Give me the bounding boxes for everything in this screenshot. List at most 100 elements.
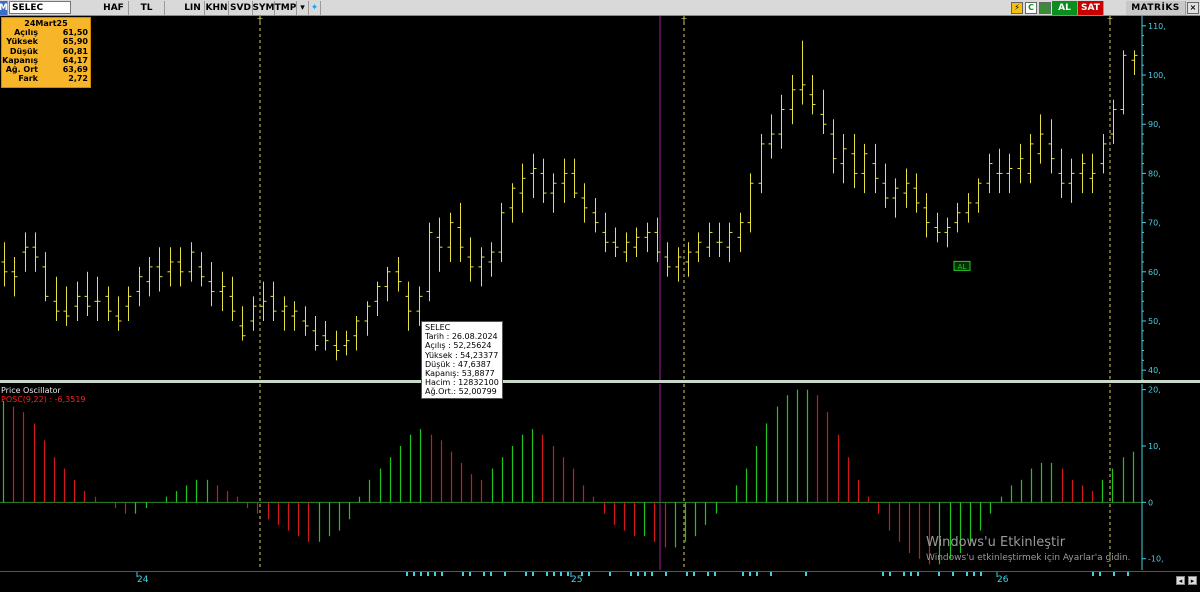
event-marker bbox=[420, 572, 422, 576]
price-chart[interactable]: T T T AL 110, 100, 90, 80, 70, 60, 50, 40, bbox=[0, 16, 1200, 380]
event-marker bbox=[903, 572, 905, 576]
close-button[interactable]: × bbox=[1187, 1, 1199, 14]
event-marker bbox=[441, 572, 443, 576]
windows-activation-watermark: Windows'u Etkinleştir Windows'u etkinleş… bbox=[926, 535, 1131, 563]
info-row: Yüksek 65,90 bbox=[2, 37, 90, 46]
event-marker bbox=[406, 572, 408, 576]
info-value: 2,72 bbox=[68, 74, 88, 84]
tooltip-line: Tarih : 26.08.2024 bbox=[425, 332, 498, 342]
svd-button[interactable]: SVD bbox=[229, 0, 253, 15]
event-marker bbox=[427, 572, 429, 576]
info-label: Fark bbox=[18, 74, 38, 84]
close-icon: × bbox=[1189, 3, 1197, 12]
event-marker bbox=[742, 572, 744, 576]
event-marker bbox=[665, 572, 667, 576]
tooltip-line: Açılış : 52,25624 bbox=[425, 341, 492, 351]
event-marker bbox=[413, 572, 415, 576]
vertical-marker-label: T bbox=[681, 17, 687, 26]
buy-button[interactable]: AL bbox=[1052, 0, 1078, 15]
toolbar: M SELEC HAF TL LIN KHN SVD SYM TMP ▾ ✦ ⚡… bbox=[0, 0, 1200, 16]
event-marker bbox=[714, 572, 716, 576]
event-marker bbox=[1099, 572, 1101, 576]
price-axis-label: 100, bbox=[1148, 71, 1166, 80]
event-marker bbox=[749, 572, 751, 576]
ohlc-info-box: 24Mart25 Açılış 61,50 Yüksek 65,90 Düşük 60,8… bbox=[1, 17, 91, 88]
info-row: Kapanış 64,17 bbox=[2, 56, 90, 65]
event-marker bbox=[434, 572, 436, 576]
menu-m-button[interactable]: M bbox=[0, 0, 8, 15]
svd-label: SVD bbox=[230, 2, 251, 13]
watermark-title: Windows'u Etkinleştir bbox=[926, 535, 1066, 550]
price-axis-label: 40, bbox=[1148, 366, 1161, 375]
symbol-input[interactable]: SELEC bbox=[9, 1, 71, 14]
tooltip-line: Düşük : 47,6387 bbox=[425, 359, 491, 369]
chart-window: M SELEC HAF TL LIN KHN SVD SYM TMP ▾ ✦ ⚡… bbox=[0, 0, 1200, 592]
lightning-icon: ⚡ bbox=[1014, 3, 1020, 12]
panel-divider[interactable] bbox=[0, 380, 1200, 383]
info-value: 64,17 bbox=[62, 55, 88, 65]
info-label: Ağ. Ort bbox=[5, 65, 38, 75]
info-row: Açılış 61,50 bbox=[2, 28, 90, 37]
info-label: Düşük bbox=[9, 46, 38, 56]
scroll-left-button[interactable]: ◂ bbox=[1176, 576, 1185, 585]
info-date: 24Mart25 bbox=[24, 19, 68, 28]
brand-label: MATRİKS bbox=[1131, 2, 1180, 13]
haf-button[interactable]: HAF bbox=[99, 0, 129, 15]
event-marker bbox=[504, 572, 506, 576]
bar-tooltip: SELEC Tarih : 26.08.2024 Açılış : 52,25624… bbox=[421, 321, 503, 399]
price-axis-label: 110, bbox=[1148, 22, 1166, 31]
event-marker bbox=[756, 572, 758, 576]
buy-signal-label: AL bbox=[958, 263, 967, 271]
sell-button[interactable]: SAT bbox=[1078, 0, 1104, 15]
vertical-marker-label: T bbox=[1107, 17, 1113, 26]
event-marker bbox=[630, 572, 632, 576]
event-marker bbox=[483, 572, 485, 576]
oscillator-value-label: POSC(9,22) : -6,3519 bbox=[1, 395, 86, 404]
khn-button[interactable]: KHN bbox=[205, 0, 229, 15]
event-marker bbox=[1113, 572, 1115, 576]
tl-button[interactable]: TL bbox=[129, 0, 165, 15]
info-label: Kapanış bbox=[2, 55, 38, 65]
price-chart-panel[interactable]: T T T AL 110, 100, 90, 80, 70, 60, 50, 40, bbox=[0, 16, 1200, 380]
refresh-button[interactable]: C bbox=[1025, 1, 1037, 14]
tmp-button[interactable]: TMP bbox=[275, 0, 297, 15]
dropdown-button[interactable]: ▾ bbox=[297, 0, 309, 15]
time-axis[interactable] bbox=[0, 571, 1200, 592]
time-tick-label: 25 bbox=[571, 575, 583, 585]
info-label: Yüksek bbox=[6, 37, 38, 47]
event-marker bbox=[644, 572, 646, 576]
tooltip-line: SELEC bbox=[425, 323, 451, 332]
tooltip-line: Hacim : 12832100 bbox=[425, 378, 499, 388]
time-tick-label: 24 bbox=[137, 575, 149, 585]
chevron-left-icon: ◂ bbox=[1178, 577, 1183, 585]
lightning-button[interactable]: ⚡ bbox=[1011, 1, 1023, 14]
event-marker bbox=[532, 572, 534, 576]
scroll-right-button[interactable]: ▸ bbox=[1188, 576, 1197, 585]
sell-label: SAT bbox=[1081, 2, 1100, 13]
price-axis-label: 50, bbox=[1148, 317, 1161, 326]
event-marker bbox=[805, 572, 807, 576]
lin-button[interactable]: LIN bbox=[181, 0, 205, 15]
info-rows: Açılış 61,50 Yüksek 65,90 Düşük 60,81 Kapanış 6… bbox=[2, 28, 90, 84]
event-marker bbox=[686, 572, 688, 576]
event-marker bbox=[910, 572, 912, 576]
event-marker bbox=[588, 572, 590, 576]
color-button[interactable] bbox=[1039, 1, 1051, 14]
twitter-button[interactable]: ✦ bbox=[309, 0, 321, 15]
event-marker bbox=[1127, 572, 1129, 576]
event-marker bbox=[952, 572, 954, 576]
event-marker bbox=[525, 572, 527, 576]
info-value: 63,69 bbox=[62, 65, 88, 75]
event-marker bbox=[938, 572, 940, 576]
twitter-icon: ✦ bbox=[310, 2, 319, 13]
event-marker bbox=[553, 572, 555, 576]
event-marker bbox=[707, 572, 709, 576]
time-tick-label: 26 bbox=[997, 575, 1009, 585]
sym-button[interactable]: SYM bbox=[253, 0, 275, 15]
event-marker bbox=[490, 572, 492, 576]
event-marker bbox=[917, 572, 919, 576]
khn-label: KHN bbox=[205, 2, 228, 13]
chevron-right-icon: ▸ bbox=[1190, 577, 1195, 585]
event-marker bbox=[693, 572, 695, 576]
event-marker bbox=[462, 572, 464, 576]
